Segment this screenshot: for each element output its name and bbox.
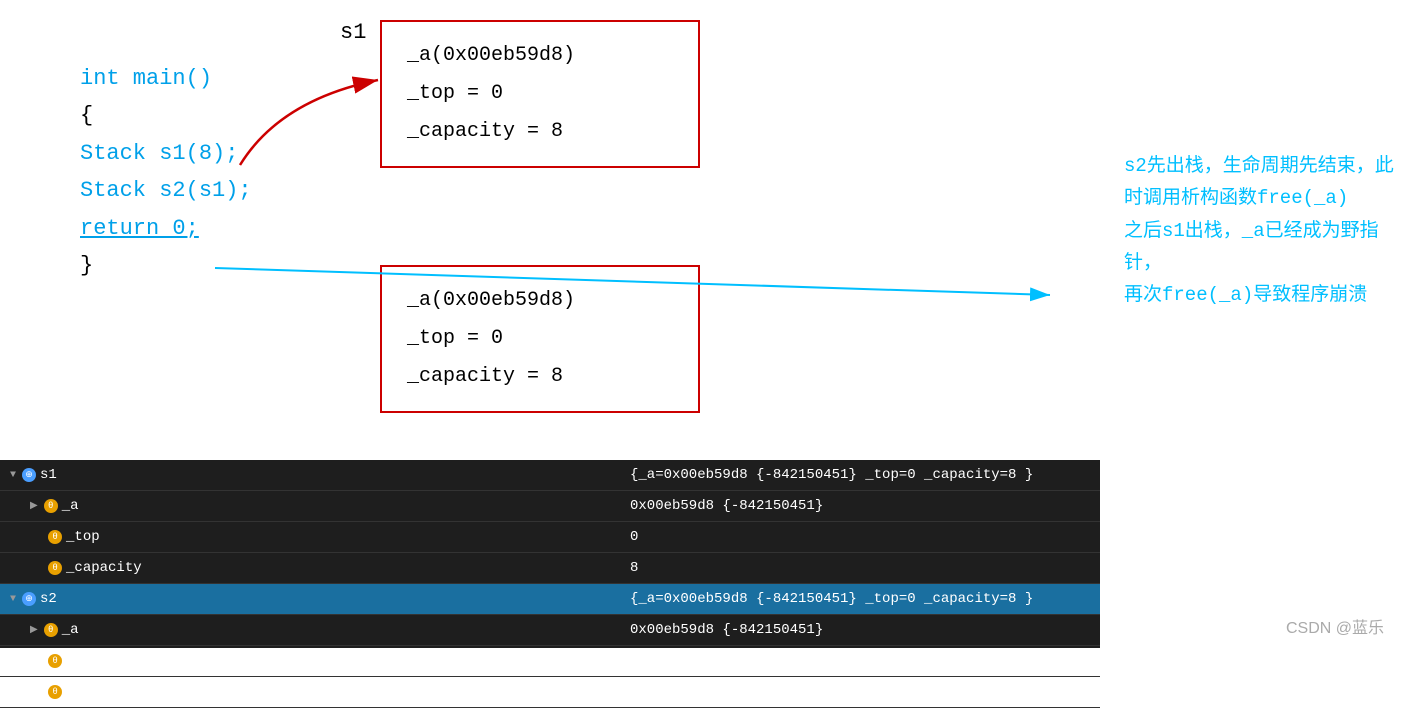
varname-s1: s1 (40, 467, 57, 483)
debug-row-s2[interactable]: ▼ ⊕ s2 {_a=0x00eb59d8 {-842150451} _top=… (0, 584, 1100, 615)
annotation: s2先出栈，生命周期先结束，此时调用析构函数free(_a)之后s1出栈，_a已… (1124, 150, 1394, 311)
varname-s2: s2 (40, 591, 57, 607)
varname-s1-cap: _capacity (66, 560, 142, 576)
debug-row-s2-top[interactable]: θ _top 0 (0, 646, 1100, 677)
code-line-1: int main() (80, 60, 252, 97)
s1-line2: _top = 0 (407, 75, 673, 113)
label-s1: s1 (340, 20, 366, 45)
s2-line3: _capacity = 8 (407, 358, 673, 396)
icon-s1-cap: θ (48, 561, 62, 575)
stack-box-s1: _a(0x00eb59d8) _top = 0 _capacity = 8 (380, 20, 700, 168)
icon-s1-top: θ (48, 530, 62, 544)
icon-s2: ⊕ (22, 592, 36, 606)
code-line-4: Stack s2(s1); (80, 172, 252, 209)
code-stack-s2: Stack s2(s1); (80, 178, 252, 203)
icon-s1-a: θ (44, 499, 58, 513)
s2-line1: _a(0x00eb59d8) (407, 282, 673, 320)
debug-row-s1[interactable]: ▼ ⊕ s1 {_a=0x00eb59d8 {-842150451} _top=… (0, 460, 1100, 491)
debug-row-s2-cap[interactable]: θ _capacity 8 (0, 677, 1100, 708)
debug-row-s2-a[interactable]: ▶ θ _a 0x00eb59d8 {-842150451} (0, 615, 1100, 646)
keyword-int: int main() (80, 66, 212, 91)
code-brace-open: { (80, 103, 93, 128)
value-s2: {_a=0x00eb59d8 {-842150451} _top=0 _capa… (620, 591, 1100, 607)
code-brace-close: } (80, 253, 93, 278)
s1-line3: _capacity = 8 (407, 113, 673, 151)
debug-row-s1-top[interactable]: θ _top 0 (0, 522, 1100, 553)
expand-icon-s1-top (30, 532, 42, 543)
debug-row-s1-cap[interactable]: θ _capacity 8 (0, 553, 1100, 584)
debug-panel: ▼ ⊕ s1 {_a=0x00eb59d8 {-842150451} _top=… (0, 460, 1100, 648)
varname-s2-cap: _capacity (66, 684, 142, 700)
varname-s1-a: _a (62, 498, 79, 514)
value-s1: {_a=0x00eb59d8 {-842150451} _top=0 _capa… (620, 467, 1100, 483)
watermark: CSDN @蓝乐 (1286, 614, 1384, 638)
s1-line1: _a(0x00eb59d8) (407, 37, 673, 75)
expand-icon-s1: ▼ (10, 470, 16, 481)
icon-s2-a: θ (44, 623, 58, 637)
expand-icon-s1-cap (30, 563, 42, 574)
expand-icon-s2-top (30, 656, 42, 667)
varname-s2-top: _top (66, 653, 100, 669)
s2-line2: _top = 0 (407, 320, 673, 358)
value-s2-a: 0x00eb59d8 {-842150451} (620, 622, 1100, 638)
annotation-text: s2先出栈，生命周期先结束，此时调用析构函数free(_a)之后s1出栈，_a已… (1124, 155, 1394, 306)
code-section: int main() { Stack s1(8); Stack s2(s1); … (80, 60, 252, 284)
value-s1-cap: 8 (620, 560, 1100, 576)
expand-icon-s1-a: ▶ (30, 500, 38, 512)
icon-s2-top: θ (48, 654, 62, 668)
varname-s1-top: _top (66, 529, 100, 545)
code-line-5: return 0; (80, 210, 252, 247)
code-return: return 0; (80, 216, 199, 241)
expand-icon-s2: ▼ (10, 594, 16, 605)
main-area: int main() { Stack s1(8); Stack s2(s1); … (0, 0, 1414, 460)
code-stack-s1: Stack s1(8); (80, 141, 238, 166)
value-s2-cap: 8 (620, 684, 1100, 700)
value-s2-top: 0 (620, 653, 1100, 669)
icon-s1: ⊕ (22, 468, 36, 482)
code-line-6: } (80, 247, 252, 284)
icon-s2-cap: θ (48, 685, 62, 699)
varname-s2-a: _a (62, 622, 79, 638)
debug-row-s1-a[interactable]: ▶ θ _a 0x00eb59d8 {-842150451} (0, 491, 1100, 522)
value-s1-a: 0x00eb59d8 {-842150451} (620, 498, 1100, 514)
code-line-2: { (80, 97, 252, 134)
stack-box-s2: _a(0x00eb59d8) _top = 0 _capacity = 8 (380, 265, 700, 413)
expand-icon-s2-cap (30, 687, 42, 698)
expand-icon-s2-a: ▶ (30, 624, 38, 636)
code-line-3: Stack s1(8); (80, 135, 252, 172)
value-s1-top: 0 (620, 529, 1100, 545)
